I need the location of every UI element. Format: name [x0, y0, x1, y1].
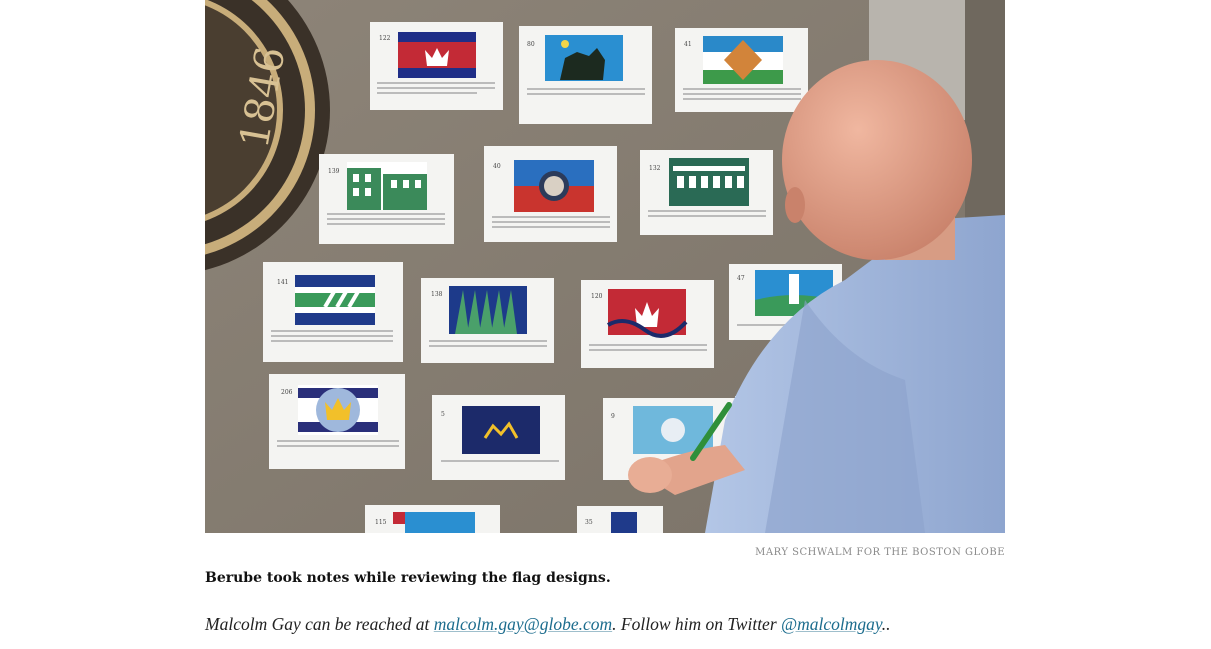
svg-text:138: 138 — [431, 291, 443, 298]
flag-sheet: 139 — [319, 154, 454, 244]
photo-credit: MARY SCHWALM FOR THE BOSTON GLOBE — [755, 547, 1005, 558]
svg-text:206: 206 — [281, 389, 293, 396]
svg-text:80: 80 — [527, 41, 535, 48]
flag-sheet: 115 — [365, 505, 500, 533]
flag-sheet: 80 — [519, 26, 652, 124]
svg-text:41: 41 — [684, 41, 692, 48]
svg-text:139: 139 — [328, 168, 340, 175]
svg-text:47: 47 — [737, 275, 745, 282]
flag-sheet: 141 — [263, 262, 403, 362]
flag-sheet: 5 — [432, 395, 565, 480]
svg-text:115: 115 — [375, 519, 387, 526]
author-twitter-link[interactable]: @malcolmgay — [781, 614, 882, 634]
author-email-link[interactable]: malcolm.gay@globe.com — [434, 614, 612, 634]
svg-text:122: 122 — [379, 35, 391, 42]
svg-text:40: 40 — [493, 163, 501, 170]
byline-middle: . Follow him on Twitter — [612, 614, 782, 634]
flag-sheet: 120 — [581, 280, 714, 368]
flag-sheet: 138 — [421, 278, 554, 363]
svg-text:120: 120 — [591, 293, 603, 300]
flag-sheet: 122 — [370, 22, 503, 110]
flag-sheet: 206 — [269, 374, 405, 469]
article-photo: 1846 122 80 41 139 40 132 141 138 120 47… — [205, 0, 1005, 533]
flag-sheet: 35 — [577, 506, 663, 533]
author-byline: Malcolm Gay can be reached at malcolm.ga… — [205, 614, 1005, 635]
svg-text:5: 5 — [441, 411, 445, 418]
flag-sheet: 41 — [675, 28, 808, 112]
svg-text:9: 9 — [611, 413, 615, 420]
svg-text:35: 35 — [585, 519, 593, 526]
flag-sheet: 40 — [484, 146, 617, 242]
byline-suffix: .. — [881, 614, 891, 634]
flag-sheet: 132 — [640, 150, 773, 235]
svg-text:141: 141 — [277, 279, 288, 286]
svg-text:132: 132 — [649, 165, 661, 172]
photo-caption: Berube took notes while reviewing the fl… — [205, 570, 611, 586]
byline-prefix: Malcolm Gay can be reached at — [205, 614, 434, 634]
flag-wall-photo: 1846 122 80 41 139 40 132 141 138 120 47… — [205, 0, 1005, 533]
